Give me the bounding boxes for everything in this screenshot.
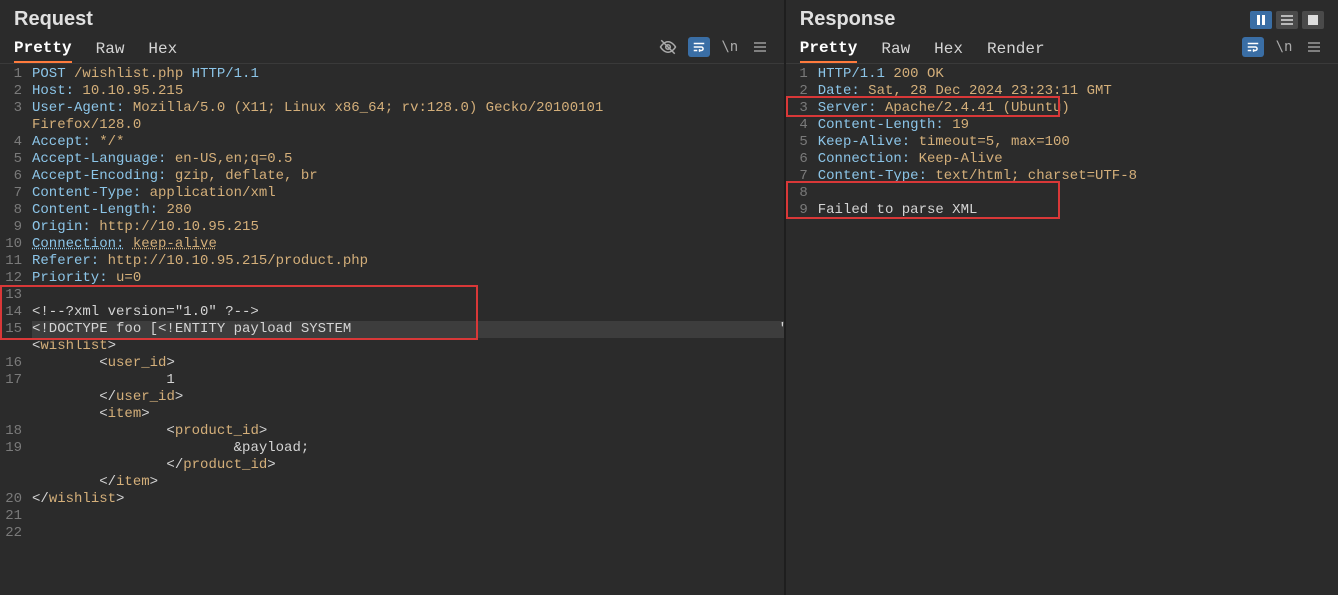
wrap-icon[interactable] <box>688 37 710 57</box>
hide-icon[interactable] <box>658 37 678 57</box>
response-gutter: 123456789 <box>786 64 814 595</box>
tab-hex[interactable]: Hex <box>148 36 177 62</box>
tab-pretty[interactable]: Pretty <box>14 35 72 63</box>
request-tabs: Pretty Raw Hex \n <box>0 35 784 64</box>
tab-raw[interactable]: Raw <box>96 36 125 62</box>
request-content[interactable]: POST /wishlist.php HTTP/1.1Host: 10.10.9… <box>28 64 784 595</box>
request-gutter: 12345678910111213141516171819202122 <box>0 64 28 595</box>
stop-button[interactable] <box>1302 11 1324 29</box>
response-title: Response <box>800 8 896 31</box>
response-header: Response <box>786 0 1338 35</box>
tab-render-resp[interactable]: Render <box>987 36 1045 62</box>
pause-button[interactable] <box>1250 11 1272 29</box>
request-title: Request <box>14 8 93 31</box>
request-code[interactable]: 12345678910111213141516171819202122 POST… <box>0 64 784 595</box>
menu-icon[interactable] <box>750 37 770 57</box>
tab-hex-resp[interactable]: Hex <box>934 36 963 62</box>
tab-pretty-resp[interactable]: Pretty <box>800 35 858 63</box>
response-tabs: Pretty Raw Hex Render \n <box>786 35 1338 64</box>
response-content[interactable]: HTTP/1.1 200 OKDate: Sat, 28 Dec 2024 23… <box>814 64 1338 595</box>
request-header: Request <box>0 0 784 35</box>
response-panel: Response Pretty Raw Hex Render \n <box>786 0 1338 595</box>
list-button[interactable] <box>1276 11 1298 29</box>
newline-icon[interactable]: \n <box>720 37 740 57</box>
response-code[interactable]: 123456789 HTTP/1.1 200 OKDate: Sat, 28 D… <box>786 64 1338 595</box>
tab-raw-resp[interactable]: Raw <box>881 36 910 62</box>
top-controls <box>1250 11 1324 29</box>
newline-icon-resp[interactable]: \n <box>1274 37 1294 57</box>
wrap-icon-resp[interactable] <box>1242 37 1264 57</box>
menu-icon-resp[interactable] <box>1304 37 1324 57</box>
request-panel: Request Pretty Raw Hex \n 12345678910111… <box>0 0 786 595</box>
